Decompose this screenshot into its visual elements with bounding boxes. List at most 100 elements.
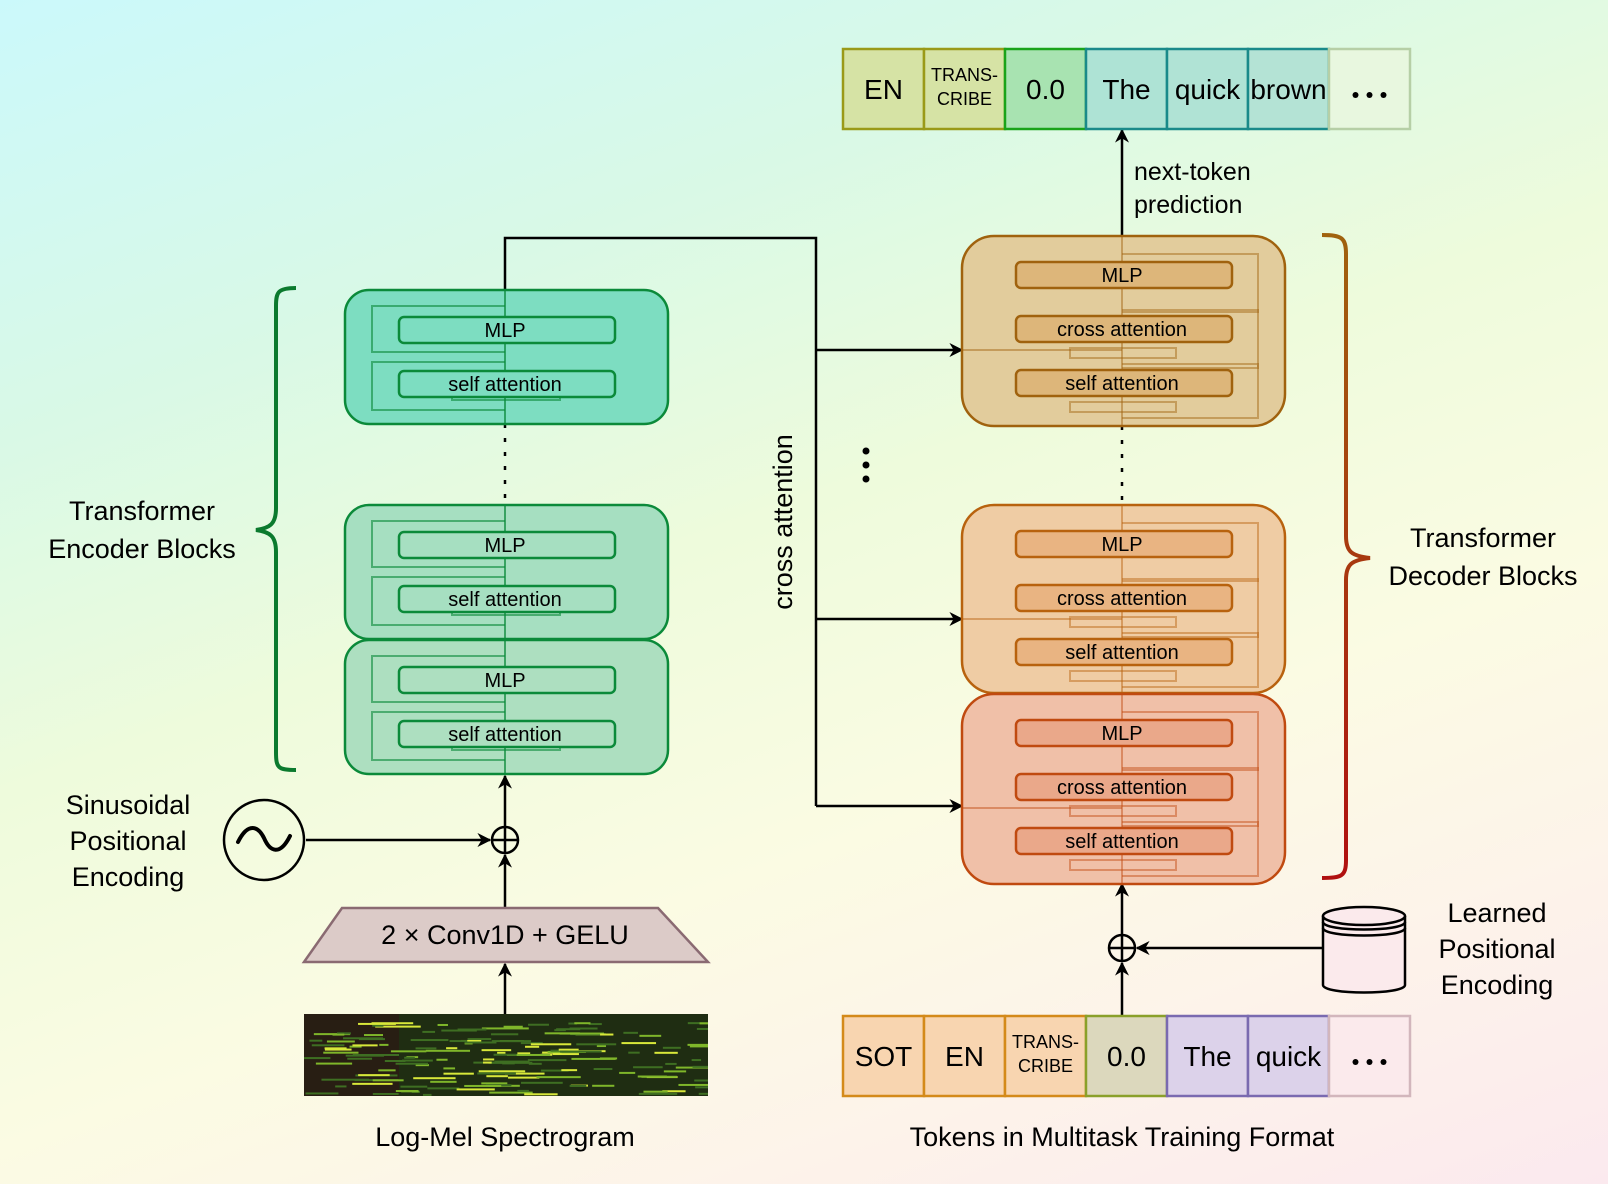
spectrogram-band [621, 1042, 657, 1045]
spectrogram-band [422, 1093, 432, 1096]
decoder-stack: MLP cross attention self attention MLP cross… [960, 234, 1287, 886]
encoder-block: MLP self attention [343, 638, 670, 776]
spectrogram-band [315, 1062, 353, 1065]
spectrogram-band [427, 1087, 460, 1090]
spectrogram-band [558, 1048, 579, 1051]
spectrogram-band [600, 1033, 614, 1036]
spectrogram-band [323, 1051, 359, 1054]
spectrogram-band [481, 1049, 512, 1052]
spectrogram-band [415, 1047, 437, 1050]
layer-label: self attention [448, 374, 561, 396]
token-label: SOT [855, 1041, 913, 1072]
layer-label: self attention [1065, 831, 1178, 853]
diagram-svg: MLP self attention MLP self attention MLP sel… [48, 47, 1578, 1152]
sinusoidal-label-line2: Positional [69, 826, 186, 856]
next-token-label-line1: next-token [1134, 158, 1251, 186]
spectrogram-band [483, 1058, 495, 1061]
layer-label: self attention [1065, 642, 1178, 664]
encoder-block: MLP self attention [343, 503, 670, 641]
spectrogram-band [662, 1046, 681, 1049]
decoder-sum-node [1107, 933, 1137, 963]
spectrogram-band [574, 1022, 591, 1025]
cross-attention-label: cross attention [768, 434, 798, 610]
spectrogram-band [508, 1076, 540, 1079]
token: EN [922, 1014, 1007, 1098]
layer-label: MLP [484, 670, 525, 692]
spectrogram-band [352, 1082, 393, 1085]
spectrogram-band [643, 1090, 668, 1093]
token-label: CRIBE [1018, 1056, 1073, 1076]
encoder-group-label-line2: Encoder Blocks [48, 534, 236, 564]
token: SOT [841, 1014, 926, 1098]
spectrogram-band [678, 1083, 708, 1086]
token-label: CRIBE [937, 89, 992, 109]
token-label: EN [864, 74, 903, 105]
token: EN [841, 47, 926, 131]
spectrogram-band [569, 1084, 587, 1087]
spectrogram-band [456, 1088, 495, 1091]
token-cell [1327, 1014, 1412, 1098]
spectrogram-band [345, 1054, 384, 1057]
spectrogram-band [430, 1080, 457, 1083]
spectrogram-band [517, 1089, 529, 1092]
spectrogram-band [491, 1040, 532, 1043]
decoder-group-label-line2: Decoder Blocks [1388, 561, 1577, 591]
spectrogram-band [596, 1045, 607, 1048]
layer-label: self attention [448, 589, 561, 611]
layer-label: MLP [1101, 723, 1142, 745]
spectrogram-band [497, 1051, 506, 1054]
decoder-brace [1321, 233, 1371, 880]
spectrogram-band [464, 1041, 497, 1044]
spectrogram-band [536, 1076, 581, 1079]
spectrogram-band [441, 1029, 477, 1032]
token-label: TRANS- [1012, 1032, 1079, 1052]
spectrogram-band [641, 1075, 677, 1078]
spectrogram-band [619, 1071, 636, 1074]
spectrogram-band [400, 1085, 428, 1088]
learned-label-line1: Learned [1447, 898, 1546, 928]
decoder-block: MLP cross attention self attention [960, 234, 1287, 428]
spectrogram-band [692, 1065, 708, 1068]
spectrogram-band [372, 1079, 404, 1082]
decoder-block: MLP cross attention self attention [960, 503, 1287, 695]
ellipsis-dot [1380, 1059, 1387, 1065]
spectrogram-band [378, 1069, 396, 1072]
learned-label-line3: Encoding [1441, 970, 1554, 1000]
token: TRANS- CRIBE [922, 47, 1007, 131]
spectrogram-band [321, 1078, 370, 1081]
whisper-architecture-diagram: MLP self attention MLP self attention MLP sel… [0, 0, 1608, 1184]
layer-label: cross attention [1057, 319, 1187, 341]
output-token-sequence: EN TRANS- CRIBE 0.0 The quick brown [841, 47, 1412, 131]
spectrogram-band [654, 1051, 678, 1054]
spectrogram-band [530, 1043, 572, 1046]
token-cell [1327, 47, 1412, 131]
token: 0.0 [1003, 47, 1088, 131]
spectrogram-band [483, 1061, 492, 1064]
token: TRANS- CRIBE [1003, 1014, 1088, 1098]
ellipsis-dot [1366, 92, 1373, 98]
decoder-group-label-line1: Transformer [1410, 523, 1556, 553]
middle-ellipsis [862, 447, 870, 483]
token [1327, 47, 1412, 131]
spectrogram-band [554, 1029, 566, 1032]
spectrogram-band [422, 1030, 436, 1033]
spectrogram-band [390, 1050, 427, 1053]
encoder-block: MLP self attention [343, 288, 670, 426]
ellipsis-dot [1380, 92, 1387, 98]
spectrogram-band [599, 1057, 618, 1060]
spectrogram-band [592, 1084, 615, 1087]
spectrogram-band [528, 1062, 542, 1065]
encoder-brace [255, 286, 297, 772]
decoder-block: MLP cross attention self attention [960, 692, 1287, 886]
learned-label-line2: Positional [1438, 934, 1555, 964]
spectrogram-band [436, 1058, 448, 1061]
spectrogram-band [691, 1059, 702, 1062]
layer-label: cross attention [1057, 588, 1187, 610]
token: quick [1246, 1014, 1331, 1098]
token [1327, 1014, 1412, 1098]
spectrogram-band [467, 1038, 492, 1041]
spectrogram-band [486, 1075, 508, 1078]
encoder-sum-node [490, 825, 520, 855]
spectrogram-band [347, 1057, 373, 1060]
spectrogram-band [528, 1023, 549, 1026]
